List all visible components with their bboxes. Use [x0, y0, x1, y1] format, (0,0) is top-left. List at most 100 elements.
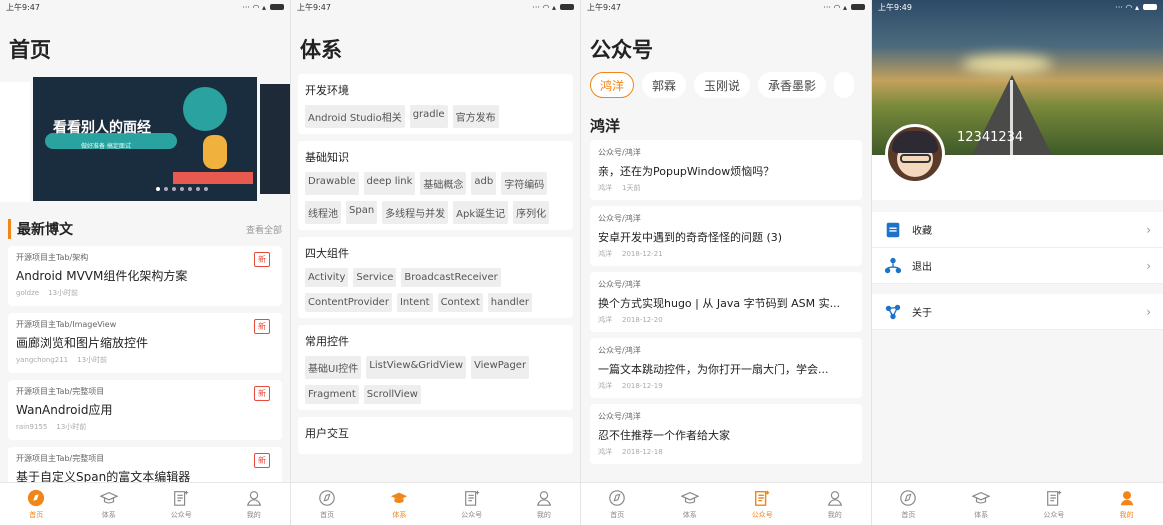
banner-carousel[interactable]: 看看别人的面经 做好准备 搞定面试: [0, 74, 290, 204]
tab-tree[interactable]: 体系: [654, 483, 727, 525]
article-author: 鸿洋: [598, 250, 612, 258]
banner-next-slide: [260, 84, 290, 194]
tab-tree[interactable]: 体系: [73, 483, 146, 525]
tree-group[interactable]: 常用控件 基础UI控件 ListView&GridView ViewPager …: [298, 325, 573, 410]
article-category: 公众号/鸿洋: [598, 280, 641, 289]
tab-home[interactable]: 首页: [291, 483, 363, 525]
wx-author-chip-partial[interactable]: [834, 72, 855, 98]
tab-wx[interactable]: 公众号: [1018, 483, 1091, 525]
menu-item-logout[interactable]: 退出 ›: [872, 248, 1163, 284]
tab-mine[interactable]: 我的: [799, 483, 872, 525]
tree-group[interactable]: 四大组件 Activity Service BroadcastReceiver …: [298, 237, 573, 318]
tree-chip[interactable]: 官方发布: [452, 105, 499, 128]
tree-group[interactable]: 基础知识 Drawable deep link 基础概念 adb 字符编码 线程…: [298, 141, 573, 230]
menu-item-collect[interactable]: 收藏 ›: [872, 212, 1163, 248]
wx-article-item[interactable]: 公众号/鸿洋 一篇文本跳动控件，为你打开一扇大门，学会... 鸿洋 2018-12…: [590, 338, 862, 398]
tab-mine[interactable]: 我的: [218, 483, 291, 525]
banner-title: 看看别人的面经: [53, 120, 151, 136]
tab-wx[interactable]: 公众号: [436, 483, 508, 525]
tab-home[interactable]: 首页: [581, 483, 654, 525]
new-badge: 新: [254, 453, 270, 468]
tab-label: 公众号: [1043, 510, 1065, 519]
tree-chip[interactable]: ListView&GridView: [366, 356, 467, 379]
tab-mine[interactable]: 我的: [508, 483, 580, 525]
wx-article-item[interactable]: 公众号/鸿洋 换个方式实现hugo | 从 Java 字节码到 ASM 实...…: [590, 272, 862, 332]
avatar[interactable]: [885, 124, 945, 184]
wx-author-chip[interactable]: 玉刚说: [694, 72, 751, 98]
group-title: 基础知识: [305, 151, 349, 164]
wx-author-chip[interactable]: 鸿洋: [590, 72, 635, 98]
tab-home[interactable]: 首页: [872, 483, 945, 525]
article-author: 鸿洋: [598, 448, 612, 456]
tree-chip[interactable]: ScrollView: [363, 385, 421, 404]
wx-article-item[interactable]: 公众号/鸿洋 安卓开发中遇到的奇奇怪怪的问题 (3) 鸿洋 2018-12-21: [590, 206, 862, 266]
tab-label: 首页: [320, 510, 335, 519]
wx-article-item[interactable]: 公众号/鸿洋 忍不住推荐一个作者给大家 鸿洋 2018-12-18: [590, 404, 862, 464]
tab-tree[interactable]: 体系: [363, 483, 435, 525]
tree-chip[interactable]: deep link: [363, 172, 416, 195]
tree-chip[interactable]: Android Studio相关: [305, 105, 405, 128]
person-icon: [246, 490, 261, 506]
tree-chip[interactable]: 线程池: [305, 201, 341, 224]
tree-chip[interactable]: handler: [487, 293, 532, 312]
tree-chip[interactable]: 基础概念: [420, 172, 467, 195]
tree-chip[interactable]: gradle: [409, 105, 448, 128]
tab-mine[interactable]: 我的: [1090, 483, 1163, 525]
tree-chip[interactable]: adb: [471, 172, 497, 195]
tree-chip[interactable]: 序列化: [513, 201, 550, 224]
article-time: 1天前: [622, 184, 641, 192]
status-time: 上午9:47: [587, 2, 621, 12]
tree-chip[interactable]: Span: [346, 201, 378, 224]
post-title: Android MVVM组件化架构方案: [16, 269, 188, 283]
view-all-link[interactable]: 查看全部: [246, 223, 282, 236]
bottom-tab-bar: 首页 体系 公众号 我的: [0, 482, 290, 525]
post-item[interactable]: 开源项目主Tab/ImageView 画廊浏览和图片缩放控件 yangchong…: [8, 313, 282, 373]
tree-chip[interactable]: Apk诞生记: [453, 201, 509, 224]
tab-home[interactable]: 首页: [0, 483, 73, 525]
tree-chip[interactable]: 字符编码: [501, 172, 548, 195]
tab-wx[interactable]: 公众号: [145, 483, 218, 525]
post-item[interactable]: 开源项目主Tab/架构 Android MVVM组件化架构方案 goldze 13…: [8, 246, 282, 306]
wx-article-item[interactable]: 公众号/鸿洋 亲，还在为PopupWindow烦恼吗？ 鸿洋 1天前: [590, 140, 862, 200]
tree-chip[interactable]: 基础UI控件: [305, 356, 362, 379]
tree-chip[interactable]: Service: [353, 268, 397, 287]
post-author: rain9155: [16, 423, 48, 431]
tree-screen: 上午9:47 ··· ◠ ▴ 体系 开发环境 Android Studio相关 …: [291, 0, 581, 525]
tree-chip[interactable]: ContentProvider: [305, 293, 392, 312]
post-time: 13小时前: [77, 356, 108, 364]
banner-slide[interactable]: 看看别人的面经 做好准备 搞定面试: [33, 77, 257, 201]
tree-chip[interactable]: BroadcastReceiver: [401, 268, 501, 287]
tab-label: 我的: [536, 510, 551, 519]
tree-chip[interactable]: Activity: [305, 268, 349, 287]
hero-sun: [962, 55, 1052, 73]
article-author: 鸿洋: [598, 184, 612, 192]
tab-tree[interactable]: 体系: [945, 483, 1018, 525]
status-time: 上午9:49: [878, 2, 912, 12]
post-item[interactable]: 开源项目主Tab/完整项目 WanAndroid应用 rain9155 13小时前…: [8, 380, 282, 440]
status-bar: 上午9:47 ··· ◠ ▴: [0, 0, 290, 14]
menu-label: 退出: [912, 262, 932, 273]
tree-group[interactable]: 开发环境 Android Studio相关 gradle 官方发布: [298, 74, 573, 134]
tree-chip[interactable]: Fragment: [305, 385, 359, 404]
graduation-cap-icon: [680, 491, 699, 504]
page-title: 首页: [9, 38, 51, 62]
tree-chip[interactable]: Drawable: [305, 172, 359, 195]
tab-wx[interactable]: 公众号: [726, 483, 799, 525]
article-title: 换个方式实现hugo | 从 Java 字节码到 ASM 实...: [598, 297, 841, 310]
wx-author-chip[interactable]: 承香墨影: [758, 72, 827, 98]
post-list: 开源项目主Tab/架构 Android MVVM组件化架构方案 goldze 13…: [0, 238, 290, 507]
wx-author-chip[interactable]: 郭霖: [642, 72, 687, 98]
tree-group[interactable]: 用户交互: [298, 417, 573, 454]
wx-screen: 上午9:47 ··· ◠ ▴ 公众号 鸿洋 郭霖 玉刚说 承香墨影 鸿洋 公众号…: [581, 0, 872, 525]
menu-item-about[interactable]: 关于 ›: [872, 294, 1163, 330]
tree-chip[interactable]: 多线程与并发: [382, 201, 449, 224]
page-title: 公众号: [590, 38, 653, 62]
tab-label: 体系: [974, 510, 989, 519]
tree-chip[interactable]: Context: [437, 293, 483, 312]
article-time: 2018-12-18: [622, 448, 663, 456]
post-time: 13小时前: [56, 423, 87, 431]
tree-chip[interactable]: ViewPager: [471, 356, 530, 379]
tree-chip[interactable]: Intent: [396, 293, 433, 312]
bottom-tab-bar: 首页 体系 公众号 我的: [872, 482, 1163, 525]
tab-label: 体系: [392, 510, 407, 519]
